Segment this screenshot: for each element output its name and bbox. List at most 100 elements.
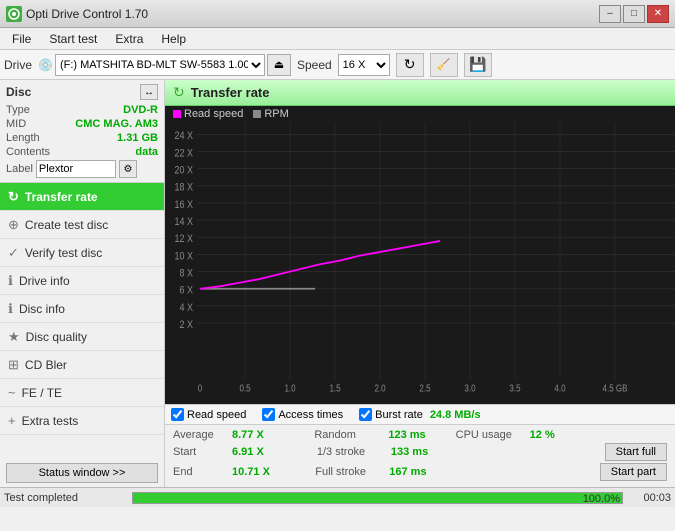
stat-random-label: Random xyxy=(314,429,384,441)
nav-extra-tests[interactable]: + Extra tests xyxy=(0,407,164,435)
refresh-button[interactable]: ↻ xyxy=(396,53,424,77)
menu-help[interactable]: Help xyxy=(153,30,194,48)
disc-info-icon: ℹ xyxy=(8,301,13,317)
svg-text:1.0: 1.0 xyxy=(284,383,295,394)
menubar: File Start test Extra Help xyxy=(0,28,675,50)
maximize-button[interactable]: □ xyxy=(623,5,645,23)
nav-disc-info-label: Disc info xyxy=(19,302,65,316)
window-title: Opti Drive Control 1.70 xyxy=(26,7,148,21)
status-window-button[interactable]: Status window >> xyxy=(6,463,158,483)
menu-start-test[interactable]: Start test xyxy=(41,30,105,48)
access-times-checkbox[interactable] xyxy=(262,408,275,421)
burst-rate-checkbox[interactable] xyxy=(359,408,372,421)
menu-file[interactable]: File xyxy=(4,30,39,48)
nav-fe-te[interactable]: ~ FE / TE xyxy=(0,379,164,407)
svg-text:6 X: 6 X xyxy=(180,285,194,297)
stat-third-stroke-value: 133 ms xyxy=(391,446,436,458)
stat-full-stroke-value: 167 ms xyxy=(389,466,434,478)
nav-create-test-disc[interactable]: ⊕ Create test disc xyxy=(0,211,164,239)
disc-contents-row: Contents data xyxy=(6,146,158,158)
disc-contents-label: Contents xyxy=(6,146,50,158)
transfer-rate-icon: ↻ xyxy=(8,189,19,205)
svg-text:20 X: 20 X xyxy=(175,165,194,177)
label-input[interactable] xyxy=(36,160,116,178)
speed-label: Speed xyxy=(297,58,332,72)
save-button[interactable]: 💾 xyxy=(464,53,492,77)
disc-length-row: Length 1.31 GB xyxy=(6,132,158,144)
stat-average-label: Average xyxy=(173,429,228,441)
stat-end-label: End xyxy=(173,466,228,478)
chart-header: ↻ Transfer rate xyxy=(165,80,675,106)
stats-row-1: Average 8.77 X Random 123 ms CPU usage 1… xyxy=(173,429,667,441)
drivebar: Drive 💿 (F:) MATSHITA BD-MLT SW-5583 1.0… xyxy=(0,50,675,80)
progress-percentage: 100.0% xyxy=(583,493,620,505)
read-speed-checkbox[interactable] xyxy=(171,408,184,421)
start-part-button[interactable]: Start part xyxy=(600,463,667,481)
read-speed-check-label: Read speed xyxy=(187,409,246,421)
svg-text:10 X: 10 X xyxy=(175,251,194,263)
drive-label: Drive xyxy=(4,58,32,72)
svg-text:4.0: 4.0 xyxy=(554,383,565,394)
stat-random-group: Random 123 ms xyxy=(314,429,455,441)
svg-text:24 X: 24 X xyxy=(175,130,194,142)
read-speed-legend-label: Read speed xyxy=(184,108,243,120)
burst-rate-check: Burst rate 24.8 MB/s xyxy=(359,408,480,421)
rpm-legend-dot xyxy=(253,110,261,118)
disc-type-row: Type DVD-R xyxy=(6,104,158,116)
svg-text:8 X: 8 X xyxy=(180,268,194,280)
svg-text:22 X: 22 X xyxy=(175,148,194,160)
start-full-button[interactable]: Start full xyxy=(605,443,667,461)
drive-eject-button[interactable]: ⏏ xyxy=(267,54,291,76)
svg-text:0.5: 0.5 xyxy=(239,383,250,394)
disc-refresh-button[interactable]: ↔ xyxy=(140,84,158,100)
close-button[interactable]: ✕ xyxy=(647,5,669,23)
legend-read-speed: Read speed xyxy=(173,108,243,120)
fe-te-icon: ~ xyxy=(8,385,16,400)
nav-transfer-rate[interactable]: ↻ Transfer rate xyxy=(0,183,164,211)
burst-rate-check-label: Burst rate xyxy=(375,409,423,421)
chart-svg: 24 X 22 X 20 X 18 X 16 X 14 X xyxy=(165,122,675,404)
drive-icon: 💿 xyxy=(38,58,53,72)
nav-transfer-rate-label: Transfer rate xyxy=(25,190,98,204)
label-settings-button[interactable]: ⚙ xyxy=(119,160,137,178)
stat-average-value: 8.77 X xyxy=(232,429,282,441)
stat-cpu-value: 12 % xyxy=(530,429,570,441)
nav-disc-quality[interactable]: ★ Disc quality xyxy=(0,323,164,351)
svg-text:1.5: 1.5 xyxy=(329,383,340,394)
svg-text:4 X: 4 X xyxy=(180,302,194,314)
disc-quality-icon: ★ xyxy=(8,329,20,345)
chart-legend: Read speed RPM xyxy=(165,106,675,122)
legend-rpm: RPM xyxy=(253,108,288,120)
minimize-button[interactable]: – xyxy=(599,5,621,23)
nav-drive-info[interactable]: ℹ Drive info xyxy=(0,267,164,295)
stat-cpu-label: CPU usage xyxy=(456,429,526,441)
stat-end-group: End 10.71 X xyxy=(173,466,315,478)
chart-area: 24 X 22 X 20 X 18 X 16 X 14 X xyxy=(165,122,675,404)
disc-type-value: DVD-R xyxy=(123,104,158,116)
drive-selector[interactable]: (F:) MATSHITA BD-MLT SW-5583 1.00 xyxy=(55,54,265,76)
speed-selector[interactable]: 16 X Max 2 X 4 X 8 X xyxy=(338,54,390,76)
stat-start-value: 6.91 X xyxy=(232,446,282,458)
stat-full-stroke-label: Full stroke xyxy=(315,466,385,478)
drive-info-icon: ℹ xyxy=(8,273,13,289)
stat-third-stroke-label: 1/3 stroke xyxy=(317,446,387,458)
sidebar: Disc ↔ Type DVD-R MID CMC MAG. AM3 Lengt… xyxy=(0,80,165,487)
stat-third-stroke-group: 1/3 stroke 133 ms xyxy=(317,446,461,458)
stats-row-3: End 10.71 X Full stroke 167 ms Start par… xyxy=(173,463,667,481)
stats-area: Average 8.77 X Random 123 ms CPU usage 1… xyxy=(165,425,675,487)
titlebar: Opti Drive Control 1.70 – □ ✕ xyxy=(0,0,675,28)
nav-extra-tests-label: Extra tests xyxy=(22,414,79,428)
disc-mid-label: MID xyxy=(6,118,26,130)
clear-button[interactable]: 🧹 xyxy=(430,53,458,77)
svg-text:18 X: 18 X xyxy=(175,182,194,194)
nav-verify-test-disc[interactable]: ✓ Verify test disc xyxy=(0,239,164,267)
disc-contents-value: data xyxy=(135,146,158,158)
svg-text:3.0: 3.0 xyxy=(464,383,475,394)
svg-text:14 X: 14 X xyxy=(175,216,194,228)
stat-random-value: 123 ms xyxy=(388,429,433,441)
stat-start-group: Start 6.91 X xyxy=(173,446,317,458)
nav-cd-bler[interactable]: ⊞ CD Bler xyxy=(0,351,164,379)
nav-disc-info[interactable]: ℹ Disc info xyxy=(0,295,164,323)
svg-text:16 X: 16 X xyxy=(175,199,194,211)
menu-extra[interactable]: Extra xyxy=(107,30,151,48)
